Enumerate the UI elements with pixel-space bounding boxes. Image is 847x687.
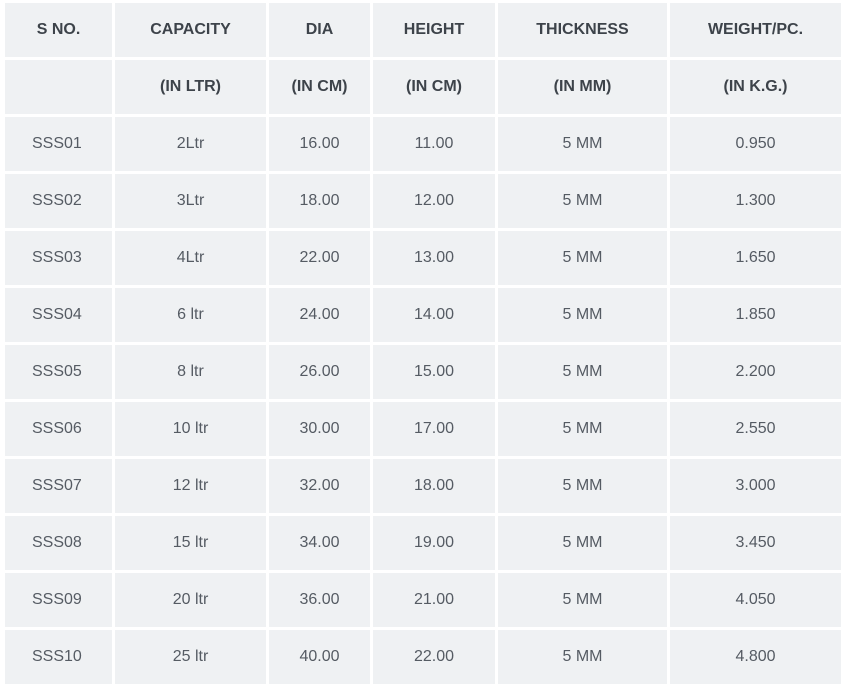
cell-thickness: 5 MM [498,174,667,228]
cell-thickness: 5 MM [498,117,667,171]
header-capacity: CAPACITY [115,3,266,57]
cell-thickness: 5 MM [498,231,667,285]
cell-capacity: 12 ltr [115,459,266,513]
header-thickness: THICKNESS [498,3,667,57]
cell-s-no: SSS10 [5,630,112,684]
unit-capacity: (IN LTR) [115,60,266,114]
cell-s-no: SSS05 [5,345,112,399]
unit-dia: (IN CM) [269,60,370,114]
cell-height: 18.00 [373,459,495,513]
cell-capacity: 6 ltr [115,288,266,342]
table-row: SSS07 12 ltr 32.00 18.00 5 MM 3.000 [5,459,841,513]
cell-weight: 4.800 [670,630,841,684]
unit-weight: (IN K.G.) [670,60,841,114]
cell-dia: 24.00 [269,288,370,342]
cell-weight: 1.650 [670,231,841,285]
unit-thickness: (IN MM) [498,60,667,114]
table-row: SSS01 2Ltr 16.00 11.00 5 MM 0.950 [5,117,841,171]
cell-capacity: 4Ltr [115,231,266,285]
cell-dia: 36.00 [269,573,370,627]
cell-dia: 40.00 [269,630,370,684]
cell-dia: 18.00 [269,174,370,228]
cell-s-no: SSS04 [5,288,112,342]
cell-dia: 16.00 [269,117,370,171]
cell-dia: 32.00 [269,459,370,513]
cell-height: 17.00 [373,402,495,456]
cell-thickness: 5 MM [498,630,667,684]
cell-s-no: SSS08 [5,516,112,570]
cell-s-no: SSS03 [5,231,112,285]
cell-weight: 2.200 [670,345,841,399]
cell-s-no: SSS07 [5,459,112,513]
cell-weight: 4.050 [670,573,841,627]
cell-thickness: 5 MM [498,516,667,570]
table-row: SSS05 8 ltr 26.00 15.00 5 MM 2.200 [5,345,841,399]
table-body: SSS01 2Ltr 16.00 11.00 5 MM 0.950 SSS02 3Ltr 18.… [5,117,841,684]
cell-s-no: SSS06 [5,402,112,456]
cell-weight: 1.850 [670,288,841,342]
cell-height: 14.00 [373,288,495,342]
cell-s-no: SSS01 [5,117,112,171]
cell-capacity: 3Ltr [115,174,266,228]
product-spec-table: S NO. CAPACITY DIA HEIGHT THICKNESS WEIG… [2,0,844,687]
cell-capacity: 20 ltr [115,573,266,627]
unit-s-no [5,60,112,114]
table-row: SSS06 10 ltr 30.00 17.00 5 MM 2.550 [5,402,841,456]
cell-s-no: SSS09 [5,573,112,627]
cell-thickness: 5 MM [498,459,667,513]
cell-dia: 30.00 [269,402,370,456]
unit-height: (IN CM) [373,60,495,114]
cell-thickness: 5 MM [498,402,667,456]
table-row: SSS10 25 ltr 40.00 22.00 5 MM 4.800 [5,630,841,684]
cell-capacity: 15 ltr [115,516,266,570]
cell-weight: 3.000 [670,459,841,513]
cell-height: 15.00 [373,345,495,399]
cell-height: 22.00 [373,630,495,684]
cell-weight: 1.300 [670,174,841,228]
header-row: S NO. CAPACITY DIA HEIGHT THICKNESS WEIG… [5,3,841,57]
header-dia: DIA [269,3,370,57]
cell-weight: 0.950 [670,117,841,171]
table-row: SSS09 20 ltr 36.00 21.00 5 MM 4.050 [5,573,841,627]
cell-dia: 26.00 [269,345,370,399]
cell-height: 21.00 [373,573,495,627]
units-row: (IN LTR) (IN CM) (IN CM) (IN MM) (IN K.G… [5,60,841,114]
cell-height: 13.00 [373,231,495,285]
cell-weight: 3.450 [670,516,841,570]
table-row: SSS04 6 ltr 24.00 14.00 5 MM 1.850 [5,288,841,342]
cell-height: 11.00 [373,117,495,171]
cell-height: 19.00 [373,516,495,570]
header-weight: WEIGHT/PC. [670,3,841,57]
cell-thickness: 5 MM [498,345,667,399]
cell-height: 12.00 [373,174,495,228]
header-height: HEIGHT [373,3,495,57]
cell-capacity: 8 ltr [115,345,266,399]
cell-capacity: 25 ltr [115,630,266,684]
cell-capacity: 10 ltr [115,402,266,456]
cell-dia: 22.00 [269,231,370,285]
cell-dia: 34.00 [269,516,370,570]
cell-thickness: 5 MM [498,573,667,627]
table-row: SSS08 15 ltr 34.00 19.00 5 MM 3.450 [5,516,841,570]
cell-weight: 2.550 [670,402,841,456]
cell-capacity: 2Ltr [115,117,266,171]
header-s-no: S NO. [5,3,112,57]
table-row: SSS03 4Ltr 22.00 13.00 5 MM 1.650 [5,231,841,285]
table-row: SSS02 3Ltr 18.00 12.00 5 MM 1.300 [5,174,841,228]
cell-s-no: SSS02 [5,174,112,228]
cell-thickness: 5 MM [498,288,667,342]
